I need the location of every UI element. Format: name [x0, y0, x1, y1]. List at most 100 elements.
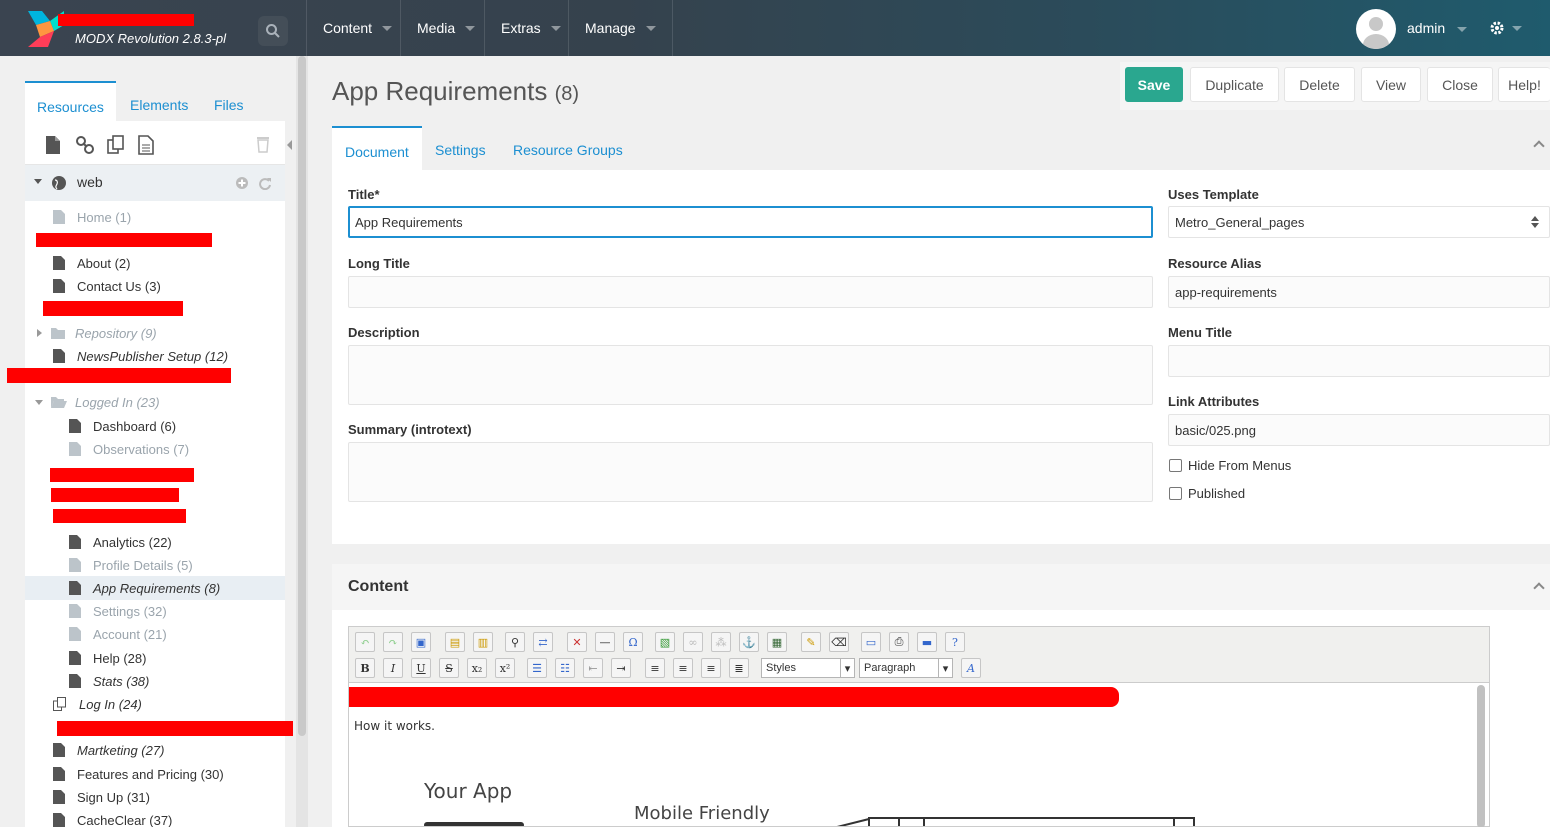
weblink-icon[interactable] [76, 135, 94, 155]
tree-item[interactable]: Help (28) [69, 648, 146, 668]
print-icon[interactable]: ⎙ [889, 632, 909, 652]
tree-item-selected[interactable]: App Requirements (8) [69, 578, 220, 598]
outdent-icon[interactable]: ⇤ [583, 658, 603, 678]
refresh-icon[interactable] [258, 176, 272, 190]
tab-resources[interactable]: Resources [25, 81, 116, 121]
code-icon[interactable]: ▭ [861, 632, 881, 652]
editor-body[interactable]: How it works. Your App Mobile Friendly [349, 683, 1475, 826]
bold-icon[interactable]: B [355, 658, 375, 678]
tree-item[interactable]: Repository (9) [37, 323, 157, 343]
longtitle-field[interactable] [348, 276, 1153, 308]
align-center-icon[interactable]: ≡ [673, 658, 693, 678]
nav-manage[interactable]: Manage [568, 0, 673, 56]
tree-item[interactable]: Logged In (23) [35, 392, 160, 412]
tree-scrollbar[interactable] [298, 56, 306, 736]
tree-item[interactable]: Dashboard (6) [69, 416, 176, 436]
redo-icon[interactable]: ↷ [383, 632, 403, 652]
underline-icon[interactable]: U [411, 658, 431, 678]
title-field[interactable]: App Requirements [348, 206, 1153, 238]
tab-files[interactable]: Files [214, 81, 244, 121]
html-icon[interactable]: ▬ [917, 632, 937, 652]
undo-icon[interactable]: ↶ [355, 632, 375, 652]
duplicate-button[interactable]: Duplicate [1190, 67, 1279, 102]
save-button[interactable]: Save [1125, 67, 1183, 102]
new-document-icon[interactable] [45, 135, 61, 155]
summary-field[interactable] [348, 442, 1153, 502]
settings-menu[interactable] [1488, 18, 1522, 41]
link-icon[interactable]: ∞ [683, 632, 703, 652]
edit-css-icon[interactable]: ✎ [801, 632, 821, 652]
hide-from-menus-checkbox[interactable]: Hide From Menus [1169, 458, 1291, 473]
editor-scrollbar[interactable] [1477, 685, 1485, 827]
tab-elements[interactable]: Elements [130, 81, 188, 121]
align-left-icon[interactable]: ≡ [645, 658, 665, 678]
add-icon[interactable] [235, 176, 249, 190]
tree-item[interactable]: Contact Us (3) [53, 276, 161, 296]
styles-select[interactable]: Styles ▾ [761, 658, 855, 678]
select-all-icon[interactable]: ▣ [411, 632, 431, 652]
view-button[interactable]: View [1361, 67, 1421, 102]
clean-code-icon[interactable]: ✕ [567, 632, 587, 652]
format-select[interactable]: Paragraph ▾ [859, 658, 953, 678]
tab-settings[interactable]: Settings [435, 126, 486, 170]
tree-item[interactable]: About (2) [53, 253, 130, 273]
subscript-icon[interactable]: x₂ [467, 658, 487, 678]
tree-item[interactable]: Account (21) [69, 624, 167, 644]
superscript-icon[interactable]: x² [495, 658, 515, 678]
image-icon[interactable]: ▧ [655, 632, 675, 652]
delete-button[interactable]: Delete [1284, 67, 1355, 102]
description-field[interactable] [348, 345, 1153, 405]
nav-content[interactable]: Content [306, 0, 408, 56]
menutitle-field[interactable] [1168, 345, 1550, 377]
avatar[interactable] [1356, 9, 1396, 49]
tree-item[interactable]: Profile Details (5) [69, 555, 193, 575]
align-right-icon[interactable]: ≡ [701, 658, 721, 678]
find-icon[interactable]: ⚲ [505, 632, 525, 652]
special-char-icon[interactable]: Ω [623, 632, 643, 652]
symlink-icon[interactable] [107, 135, 125, 155]
indent-icon[interactable]: ⇥ [611, 658, 631, 678]
tree-item[interactable]: Analytics (22) [69, 532, 172, 552]
tree-item[interactable]: Stats (38) [69, 671, 149, 691]
close-button[interactable]: Close [1427, 67, 1493, 102]
anchor-icon[interactable]: ⚓ [739, 632, 759, 652]
search-button[interactable] [258, 16, 288, 46]
nav-extras[interactable]: Extras [484, 0, 577, 56]
user-menu[interactable]: admin [1407, 20, 1468, 36]
strikethrough-icon[interactable]: S [439, 658, 459, 678]
tree-item[interactable]: Settings (32) [69, 601, 167, 621]
horizontal-rule-icon[interactable]: — [595, 632, 615, 652]
template-select[interactable]: Metro_General_pages [1168, 206, 1550, 238]
nav-media[interactable]: Media [400, 0, 491, 56]
tree-item[interactable]: Martketing (27) [53, 740, 164, 760]
replace-icon[interactable]: ⇄ [533, 632, 553, 652]
help-button[interactable]: Help! [1498, 67, 1550, 102]
remove-format-icon[interactable]: ⌫ [829, 632, 849, 652]
italic-icon[interactable]: I [383, 658, 403, 678]
media-icon[interactable]: ▦ [767, 632, 787, 652]
tree-item[interactable]: Features and Pricing (30) [53, 764, 224, 784]
tree-item[interactable]: Observations (7) [69, 439, 189, 459]
tab-document[interactable]: Document [332, 126, 422, 170]
linkattr-field[interactable]: basic/025.png [1168, 414, 1550, 446]
help-icon[interactable]: ? [945, 632, 965, 652]
unlink-icon[interactable]: ⁂ [711, 632, 731, 652]
tree-item[interactable]: Log In (24) [53, 694, 142, 714]
published-checkbox[interactable]: Published [1169, 486, 1245, 501]
context-web[interactable]: web [25, 165, 285, 201]
font-styles-icon[interactable]: A [961, 658, 981, 678]
tab-resource-groups[interactable]: Resource Groups [513, 126, 623, 170]
tree-item[interactable]: Sign Up (31) [53, 787, 150, 807]
tree-item[interactable]: CacheClear (37) [53, 810, 172, 827]
tree-item[interactable]: Home (1) [53, 207, 131, 227]
paste-icon[interactable]: ▤ [445, 632, 465, 652]
numbered-list-icon[interactable]: ☷ [555, 658, 575, 678]
paste-word-icon[interactable]: ▥ [473, 632, 493, 652]
bullet-list-icon[interactable]: ☰ [527, 658, 547, 678]
collapse-panel-icon[interactable] [287, 140, 292, 150]
alias-field[interactable]: app-requirements [1168, 276, 1550, 308]
tree-item[interactable]: NewsPublisher Setup (12) [53, 346, 228, 366]
trash-icon[interactable] [256, 135, 270, 153]
justify-icon[interactable]: ≣ [729, 658, 749, 678]
static-resource-icon[interactable] [138, 135, 154, 155]
